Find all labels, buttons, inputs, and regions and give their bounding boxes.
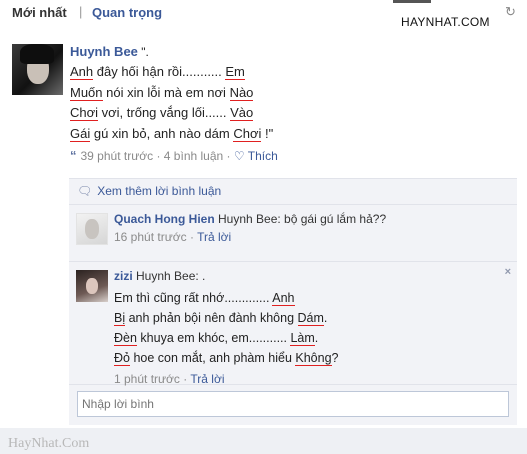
feed-sort-bar: Mới nhất | Quan trọng HAYNHAT.COM ↻ (0, 0, 527, 36)
comment-meta: 1 phút trước · Trả lời (114, 372, 497, 386)
comment-bubble-icon: 🗨 (77, 184, 93, 198)
quote-icon: “ (70, 148, 77, 163)
post-timestamp[interactable]: 39 phút trước (81, 149, 154, 163)
spellcheck-word: Đỏ (114, 351, 130, 366)
comments-panel: 🗨 Xem thêm lời bình luận Quach Hong Hien … (69, 178, 517, 425)
text-fragment: . (323, 311, 328, 325)
watermark-top: HAYNHAT.COM (401, 15, 490, 29)
text-line: Gái gú xin bỏ, anh nào dám Chơi !" (70, 124, 510, 145)
comment-input[interactable] (77, 391, 509, 417)
commenter-avatar[interactable] (76, 270, 108, 302)
text-line: Anh đây hối hận rồi........... Em (70, 62, 510, 83)
comment-text: Huynh Bee: bộ gái gú lắm hả?? (214, 212, 387, 226)
heart-icon: ♡ (233, 149, 245, 163)
spellcheck-word: Đèn (114, 331, 137, 346)
author-suffix: ". (137, 45, 149, 59)
comment-line: zizi Huynh Bee: . (114, 269, 497, 283)
tab-newest[interactable]: Mới nhất (12, 5, 67, 20)
text-fragment: hoe con mắt, anh phàm hiểu (129, 351, 296, 365)
comment-poem: Em thì cũng rất nhớ............. Anh Bị a… (114, 288, 497, 368)
meta-dot: · (156, 149, 161, 163)
text-fragment: vơi, trống vắng lối...... (98, 105, 231, 120)
spellcheck-word: Chơi (233, 125, 262, 142)
text-fragment: nói xin lỗi mà em nơi (102, 84, 230, 100)
text-line: Bị anh phản bội nên đành không Dám. (114, 308, 497, 328)
comment-meta: 16 phút trước · Trả lời (114, 230, 497, 244)
spellcheck-word: Không (295, 351, 332, 366)
spellcheck-word: Muốn (70, 84, 103, 101)
text-fragment: đây hối hận rồi........... (93, 64, 226, 79)
reply-link[interactable]: Trả lời (190, 372, 224, 386)
text-fragment: !" (261, 125, 274, 141)
comment-text: Huynh Bee: . (132, 269, 206, 283)
text-line: Đèn khuya em khóc, em........... Làm. (114, 328, 497, 348)
text-fragment: ? (331, 351, 339, 365)
commenter-name[interactable]: Quach Hong Hien (114, 212, 215, 226)
comments-count-link[interactable]: 4 bình luận (164, 149, 223, 163)
spellcheck-word: Anh (70, 64, 94, 80)
post-header: Huynh Bee ". (70, 44, 510, 59)
text-line: Chơi vơi, trống vắng lối...... Vào (70, 103, 510, 124)
author-avatar[interactable] (12, 44, 63, 95)
view-more-comments[interactable]: 🗨 Xem thêm lời bình luận (69, 179, 517, 205)
watermark-bottom: HayNhat.Com (8, 436, 90, 451)
meta-dot: · (226, 149, 231, 163)
spellcheck-word: Nào (229, 84, 254, 101)
spellcheck-word: Dám (297, 311, 324, 326)
spellcheck-word: Gái (70, 125, 91, 142)
avatar-hair (20, 44, 54, 64)
post-text: Anh đây hối hận rồi........... Em Muốn nó… (70, 62, 510, 144)
commenter-name[interactable]: zizi (114, 269, 133, 283)
spellcheck-word: Em (225, 64, 245, 80)
commenter-avatar[interactable] (76, 213, 108, 245)
tab-important[interactable]: Quan trọng (92, 5, 162, 20)
meta-dot: · (183, 372, 188, 386)
post-body: Huynh Bee ". Anh đây hối hận rồi........… (70, 44, 510, 163)
spellcheck-word: Chơi (70, 105, 99, 121)
tab-separator: | (79, 4, 83, 19)
comment-body: zizi Huynh Bee: . Em thì cũng rất nhớ...… (114, 269, 497, 386)
refresh-icon[interactable]: ↻ (505, 4, 516, 20)
comment-timestamp[interactable]: 16 phút trước (114, 230, 187, 244)
spellcheck-word: Vào (230, 105, 254, 121)
text-line: Đỏ hoe con mắt, anh phàm hiểu Không? (114, 348, 497, 368)
text-fragment: Em thì cũng rất nhớ............. (114, 291, 273, 305)
comment-item: Quach Hong Hien Huynh Bee: bộ gái gú lắm… (69, 205, 517, 262)
text-fragment: . (314, 331, 319, 345)
spellcheck-word: Anh (272, 291, 295, 306)
comment-item: × zizi Huynh Bee: . Em thì cũng rất nhớ.… (69, 262, 517, 386)
comment-body: Quach Hong Hien Huynh Bee: bộ gái gú lắm… (114, 212, 497, 244)
close-icon[interactable]: × (505, 266, 511, 278)
reply-link[interactable]: Trả lời (197, 230, 231, 244)
write-comment-box (69, 385, 517, 425)
comment-line: Quach Hong Hien Huynh Bee: bộ gái gú lắm… (114, 212, 497, 226)
view-more-label: Xem thêm lời bình luận (97, 184, 222, 198)
text-fragment: gú xin bỏ, anh nào dám (90, 125, 234, 141)
text-fragment: khuya em khóc, em........... (136, 331, 291, 345)
post-meta: “ 39 phút trước · 4 bình luận · ♡ Thích (70, 148, 510, 163)
spellcheck-word: Làm (290, 331, 315, 346)
text-line: Muốn nói xin lỗi mà em nơi Nào (70, 83, 510, 104)
author-name[interactable]: Huynh Bee (70, 44, 138, 59)
meta-dot: · (189, 230, 194, 244)
spellcheck-word: Bị (114, 311, 126, 326)
like-link[interactable]: Thích (248, 149, 278, 163)
top-edge-block (393, 0, 431, 3)
text-line: Em thì cũng rất nhớ............. Anh (114, 288, 497, 308)
text-fragment: anh phản bội nên đành không (125, 311, 298, 325)
comment-timestamp[interactable]: 1 phút trước (114, 372, 180, 386)
